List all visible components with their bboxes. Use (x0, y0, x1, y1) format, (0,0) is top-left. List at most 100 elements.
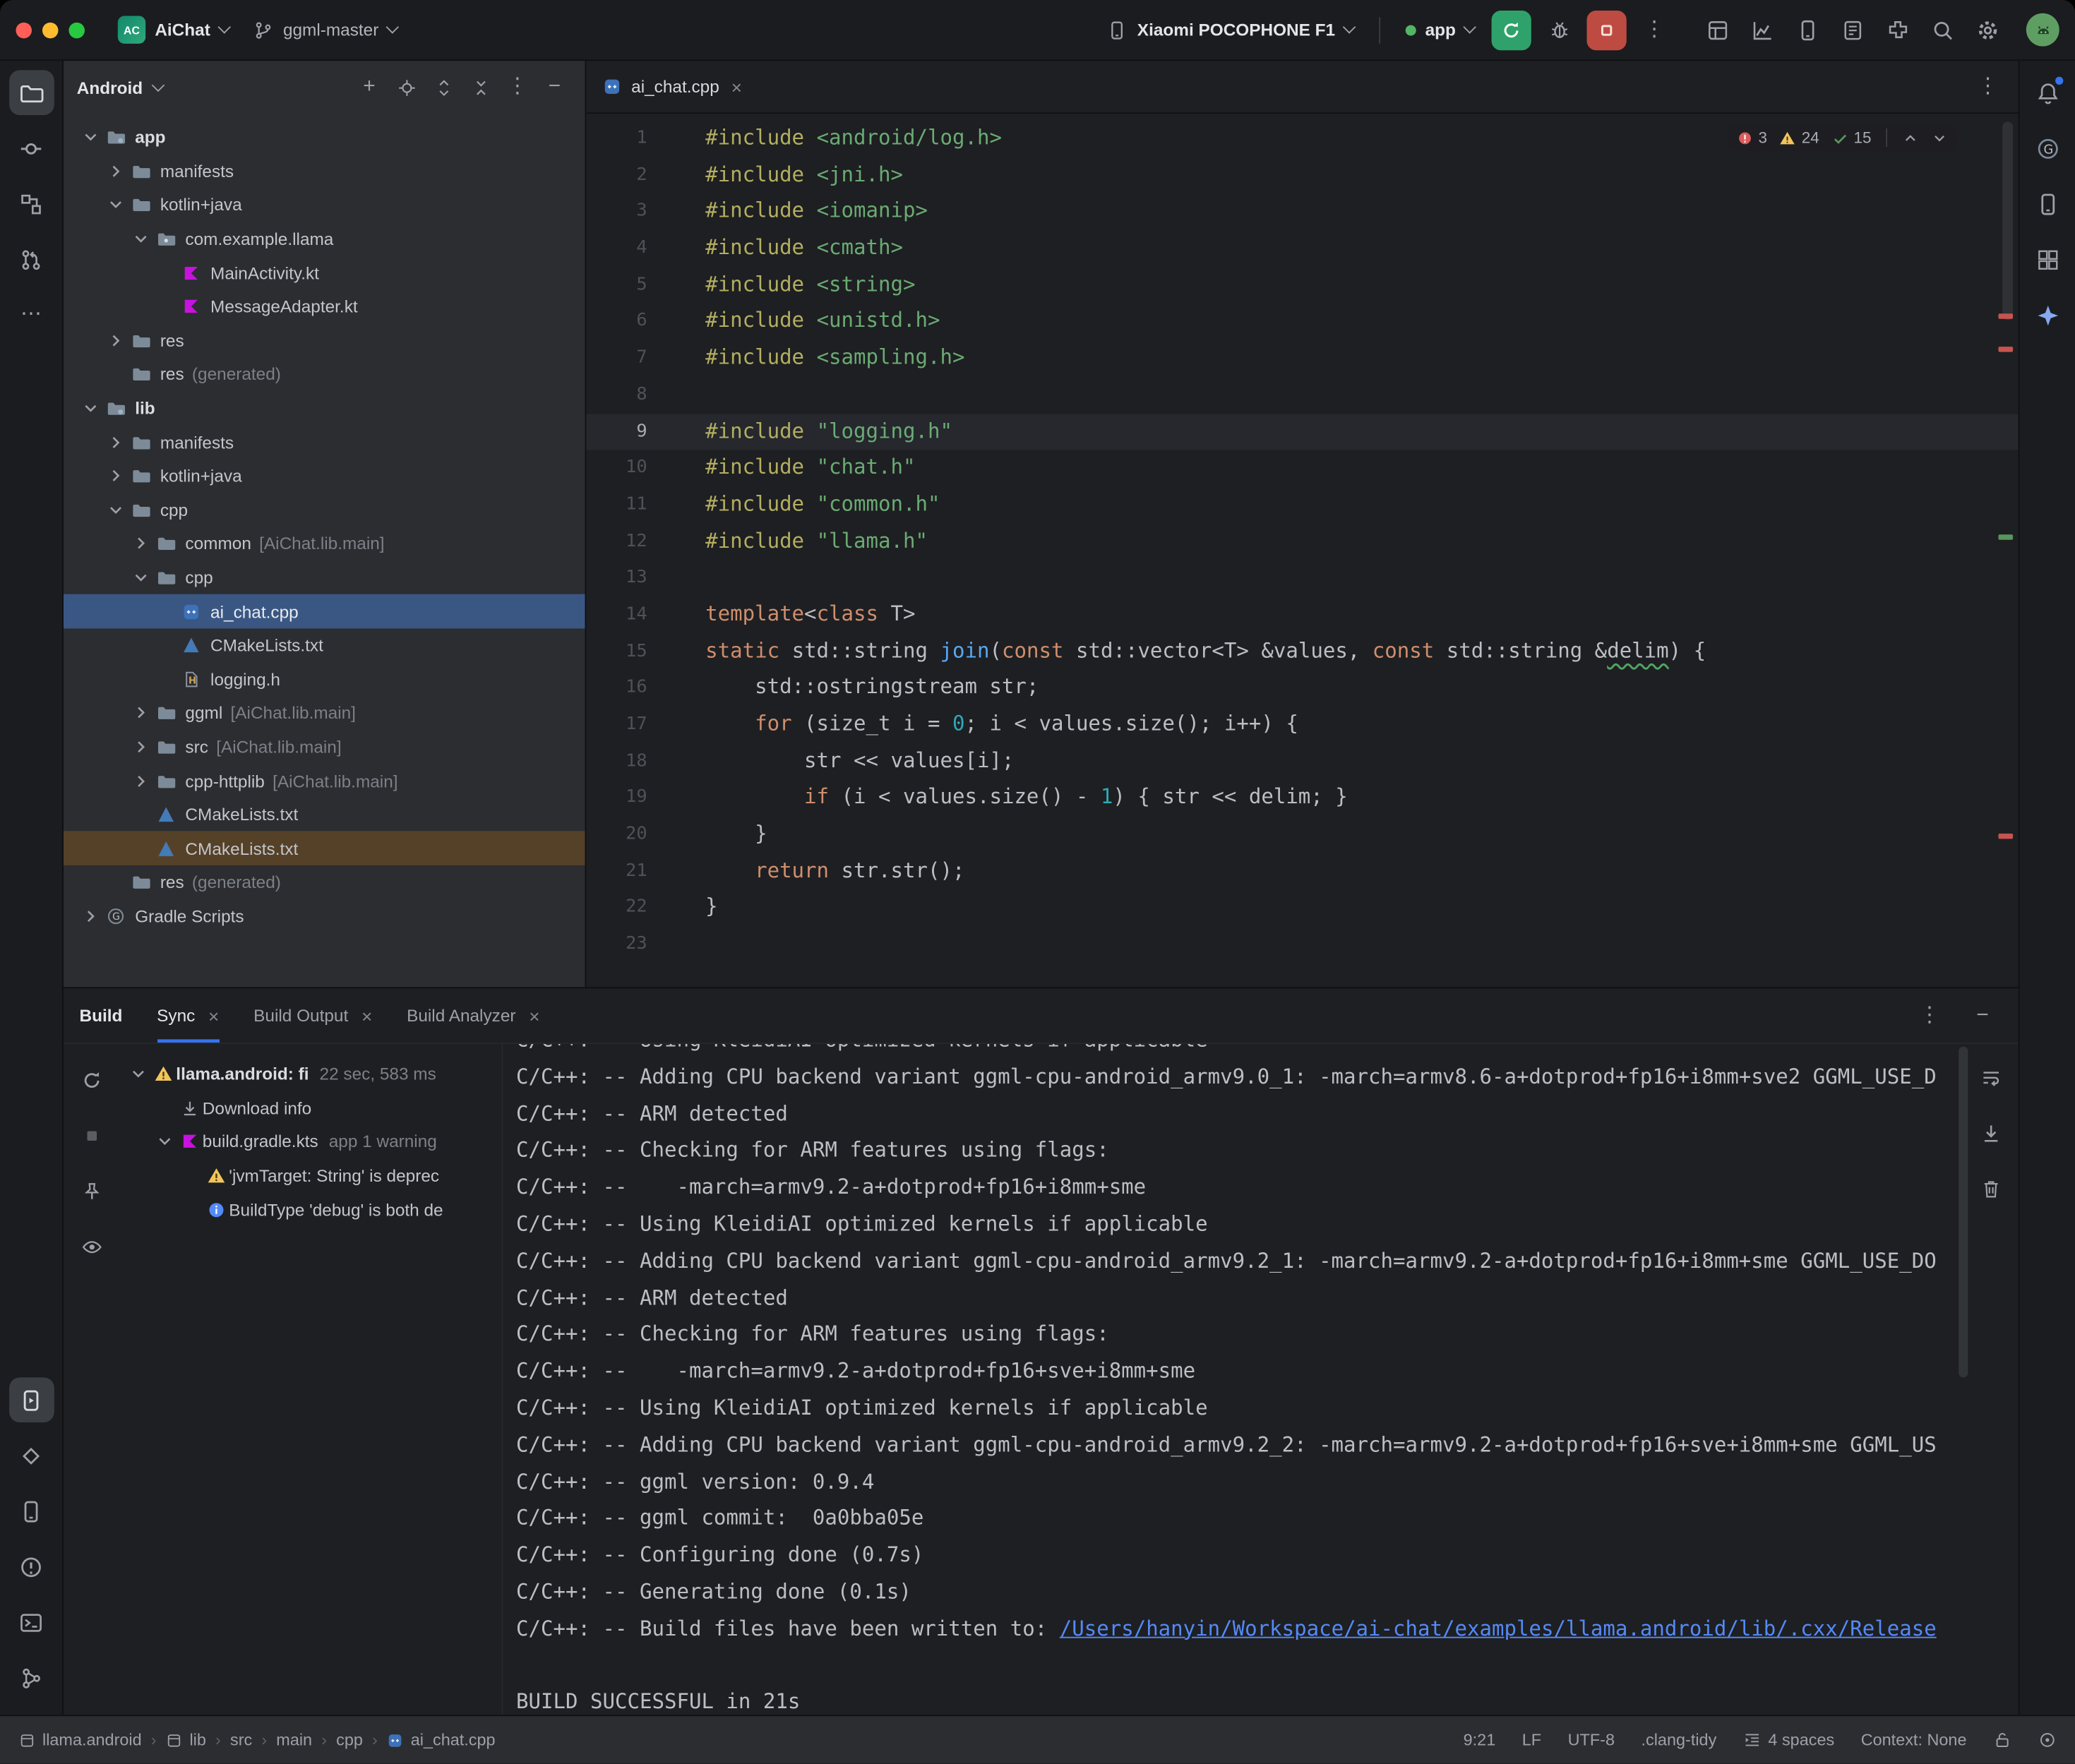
scroll-end-button[interactable] (1971, 1112, 2010, 1152)
sync-button[interactable] (71, 1060, 111, 1099)
inspections-widget[interactable]: 32415 (1726, 124, 1957, 150)
tool-window-button-version-control[interactable] (8, 1655, 54, 1700)
build-tab-sync[interactable]: Sync× (157, 988, 219, 1043)
tree-item-kotlin-java[interactable]: kotlin+java (64, 459, 585, 493)
tool-window-button-gemini[interactable] (2025, 292, 2070, 337)
add-button[interactable]: + (352, 70, 387, 104)
pin-button[interactable] (71, 1171, 111, 1211)
close-tab-icon[interactable]: × (208, 1005, 219, 1026)
code-line[interactable]: 10#include "chat.h" (586, 450, 2018, 487)
code-line[interactable]: 11#include "common.h" (586, 487, 2018, 524)
breadcrumb-lib[interactable]: lib (166, 1731, 206, 1749)
close-tab-icon[interactable]: × (361, 1005, 372, 1026)
editor-tab-ai-chat-cpp[interactable]: ai_chat.cpp× (586, 61, 758, 112)
breadcrumb-main[interactable]: main (276, 1731, 312, 1749)
stripe-mark[interactable] (1998, 313, 2013, 318)
breadcrumb-cpp[interactable]: cpp (336, 1731, 363, 1749)
inspection-warning[interactable]: 24 (1779, 128, 1819, 147)
tool-window-button-project[interactable] (8, 70, 54, 115)
code-line[interactable]: 20 } (586, 817, 2018, 853)
tree-item-common[interactable]: common[AiChat.lib.main] (64, 527, 585, 560)
tree-item-res[interactable]: res (64, 323, 585, 357)
tool-window-button-resource-manager[interactable] (2025, 237, 2070, 282)
tree-item-mainactivity-kt[interactable]: MainActivity.kt (64, 256, 585, 289)
stripe-mark[interactable] (1998, 534, 2013, 539)
tool-window-button-notifications[interactable] (2025, 70, 2070, 115)
tool-window-button-device-explorer[interactable] (2025, 181, 2070, 227)
stripe-mark[interactable] (1998, 834, 2013, 839)
more-button[interactable]: ⋮ (501, 70, 535, 104)
tree-item-cpp[interactable]: cpp (64, 560, 585, 594)
tree-item-manifests[interactable]: manifests (64, 155, 585, 188)
hide-build-window-icon[interactable]: − (1963, 996, 2002, 1036)
breadcrumb-llama-android[interactable]: llama.android (18, 1731, 141, 1749)
inspection-ok[interactable]: 15 (1831, 128, 1872, 147)
tool-window-button-more-tools[interactable]: ⋯ (8, 292, 54, 337)
code-line[interactable]: 14template<class T> (586, 596, 2018, 633)
error-stripe[interactable] (1997, 114, 2016, 987)
debug-button[interactable] (1539, 10, 1579, 49)
code-line[interactable]: 9#include "logging.h" (586, 414, 2018, 450)
status-unlock[interactable] (1993, 1731, 2011, 1749)
console-link[interactable]: /Users/hanyin/Workspace/ai-chat/examples… (1060, 1616, 1937, 1640)
search-button[interactable] (1923, 10, 1963, 49)
code-line[interactable]: 5#include <string> (586, 267, 2018, 304)
next-problem-icon[interactable] (1931, 129, 1948, 146)
code-line[interactable]: 7#include <sampling.h> (586, 340, 2018, 377)
code-line[interactable]: 21 return str.str(); (586, 853, 2018, 890)
clear-button[interactable] (1971, 1168, 2010, 1208)
code-line[interactable]: 2#include <jni.h> (586, 157, 2018, 193)
status-inspections[interactable] (2038, 1731, 2057, 1749)
tree-item-com-example-llama[interactable]: com.example.llama (64, 222, 585, 256)
code-editor[interactable]: 1#include <android/log.h>2#include <jni.… (586, 114, 2018, 987)
tree-item-logging-h[interactable]: Hlogging.h (64, 662, 585, 696)
status-utf-8[interactable]: UTF-8 (1568, 1731, 1615, 1749)
console-scrollbar[interactable] (1959, 1047, 1968, 1378)
code-line[interactable]: 16 std::ostringstream str; (586, 670, 2018, 707)
build-options-kebab-icon[interactable]: ⋮ (1910, 996, 1949, 1036)
code-line[interactable]: 23 (586, 926, 2018, 963)
tree-item-cpp[interactable]: cpp (64, 493, 585, 527)
close-tab-icon[interactable]: × (529, 1005, 539, 1026)
build-tree-item-build-gradle-kts[interactable]: build.gradle.ktsapp 1 warning (119, 1125, 502, 1159)
code-line[interactable]: 22} (586, 889, 2018, 926)
status-context-none[interactable]: Context: None (1861, 1731, 1967, 1749)
tree-item-messageadapter-kt[interactable]: MessageAdapter.kt (64, 289, 585, 323)
breadcrumb-ai-chat-cpp[interactable]: ai_chat.cpp (387, 1731, 496, 1749)
device-manager-button[interactable] (1788, 10, 1827, 49)
tree-item-cmakelists-txt[interactable]: CMakeLists.txt (64, 798, 585, 832)
logcat-button[interactable] (1833, 10, 1872, 49)
hide-button[interactable]: − (537, 70, 572, 104)
prev-problem-icon[interactable] (1902, 129, 1919, 146)
tree-item-src[interactable]: src[AiChat.lib.main] (64, 730, 585, 764)
tree-item-cpp-httplib[interactable]: cpp-httplib[AiChat.lib.main] (64, 764, 585, 798)
soft-wrap-button[interactable] (1971, 1057, 2010, 1097)
collapse-all-button[interactable] (463, 70, 498, 104)
tool-window-button-structure[interactable] (8, 181, 54, 227)
tool-window-button-gradle[interactable]: G (2025, 126, 2070, 171)
code-line[interactable]: 18 str << values[i]; (586, 743, 2018, 780)
stop-button[interactable] (71, 1115, 111, 1155)
code-line[interactable]: 13 (586, 560, 2018, 596)
close-window-button[interactable] (16, 22, 31, 37)
project-view-selector[interactable]: Android (77, 78, 143, 97)
profiler-button[interactable] (1743, 10, 1783, 49)
status-9-21[interactable]: 9:21 (1464, 1731, 1496, 1749)
build-tree-item-llama-android-fi[interactable]: llama.android: fi22 sec, 583 ms (119, 1057, 502, 1091)
settings-button[interactable] (1968, 10, 2007, 49)
filter-button[interactable] (71, 1227, 111, 1266)
code-line[interactable]: 12#include "llama.h" (586, 523, 2018, 560)
locate-button[interactable] (389, 70, 424, 104)
breadcrumb-src[interactable]: src (230, 1731, 252, 1749)
tool-window-button-terminal[interactable] (8, 1600, 54, 1645)
code-line[interactable]: 6#include <unistd.h> (586, 304, 2018, 340)
tree-item-res[interactable]: res(generated) (64, 865, 585, 899)
close-tab-icon[interactable]: × (731, 76, 742, 97)
tree-item-kotlin-java[interactable]: kotlin+java (64, 188, 585, 222)
editor-scrollbar-thumb[interactable] (2002, 121, 2013, 320)
tool-window-button-pull-requests[interactable] (8, 237, 54, 282)
tree-item-ai-chat-cpp[interactable]: ai_chat.cpp (64, 594, 585, 628)
plugins-button[interactable] (1878, 10, 1918, 49)
tree-item-app[interactable]: app (64, 121, 585, 155)
minimize-window-button[interactable] (42, 22, 58, 37)
